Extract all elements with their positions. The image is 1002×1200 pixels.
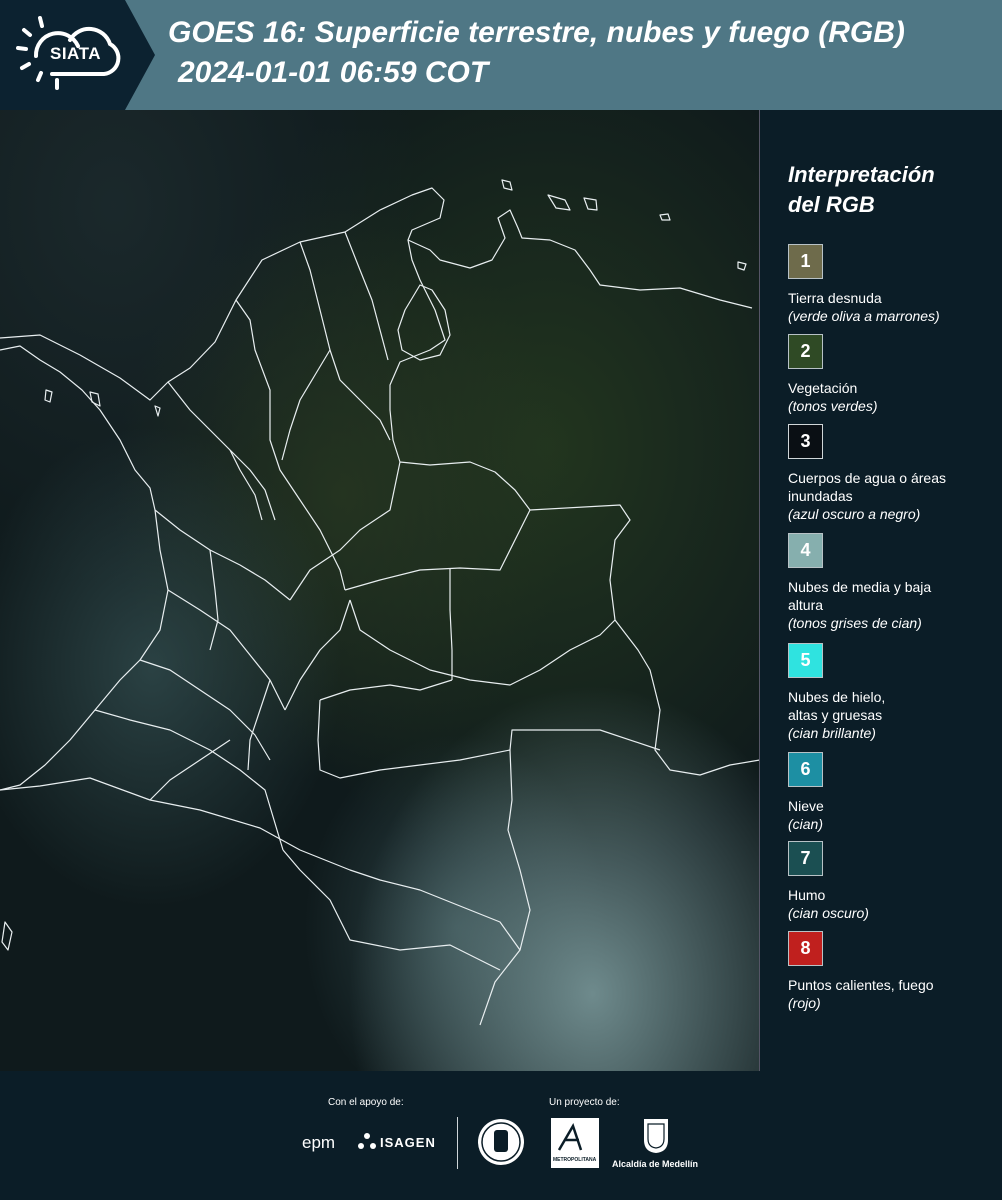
legend-label: Nubes de media y baja altura (788, 579, 932, 613)
legend-note: (cian brillante) (788, 725, 876, 741)
alcaldia-shield-icon (644, 1119, 668, 1153)
seal-logo-icon (478, 1119, 524, 1165)
footer-divider (457, 1117, 458, 1169)
legend-item-vegetation: 2 Vegetación (tonos verdes) (788, 334, 1000, 415)
legend-note: (tonos grises de cian) (788, 615, 922, 631)
legend-label: Vegetación (788, 380, 858, 396)
legend-label: Nieve (788, 798, 824, 814)
legend-note: (azul oscuro a negro) (788, 506, 921, 522)
header: SIATA GOES 16: Superficie terrestre, nub… (0, 0, 1002, 110)
legend-item-mid-low-clouds: 4 Nubes de media y baja altura (tonos gr… (788, 533, 1000, 632)
legend-swatch: 8 (788, 931, 823, 966)
isagen-logo-text: ISAGEN (380, 1135, 436, 1150)
siata-logo-text: SIATA (50, 44, 101, 63)
legend-item-snow: 6 Nieve (cian) (788, 752, 1000, 833)
project-label: Un proyecto de: (549, 1097, 620, 1108)
legend-title-line2: del RGB (788, 192, 875, 217)
legend-swatch: 2 (788, 334, 823, 369)
legend-note: (cian oscuro) (788, 905, 869, 921)
legend-swatch: 7 (788, 841, 823, 876)
legend-label: Humo (788, 887, 826, 903)
legend-swatch: 4 (788, 533, 823, 568)
legend-title-line1: Interpretación (788, 162, 935, 187)
legend-swatch: 3 (788, 424, 823, 459)
legend-swatch: 5 (788, 643, 823, 678)
legend-item-water: 3 Cuerpos de agua o áreas inundadas (azu… (788, 424, 1000, 523)
satellite-map (0, 110, 760, 1071)
page-title: GOES 16: Superficie terrestre, nubes y f… (168, 16, 905, 49)
epm-logo-text: epm (302, 1133, 336, 1152)
alcaldia-text: Alcaldía de Medellín (612, 1159, 699, 1169)
support-label: Con el apoyo de: (328, 1097, 404, 1108)
area-metropolitana-text: METROPOLITANA (553, 1157, 597, 1163)
rgb-legend: Interpretación del RGB 1 Tierra desnuda … (760, 110, 1002, 1071)
isagen-logo-icon (358, 1133, 376, 1149)
legend-note: (verde oliva a marrones) (788, 308, 940, 324)
legend-item-bare-soil: 1 Tierra desnuda (verde oliva a marrones… (788, 244, 1000, 325)
legend-note: (cian) (788, 816, 824, 832)
legend-swatch: 6 (788, 752, 823, 787)
page-datetime: 2024-01-01 06:59 COT (178, 56, 489, 89)
legend-title: Interpretación del RGB (788, 160, 998, 220)
legend-item-fire: 8 Puntos calientes, fuego (rojo) (788, 931, 1000, 1012)
legend-item-smoke: 7 Humo (cian oscuro) (788, 841, 1000, 922)
legend-label: Cuerpos de agua o áreas inundadas (788, 470, 946, 504)
legend-label: Puntos calientes, fuego (788, 977, 934, 993)
legend-swatch: 1 (788, 244, 823, 279)
legend-label: Tierra desnuda (788, 290, 882, 306)
legend-note: (rojo) (788, 995, 821, 1011)
legend-item-ice-clouds: 5 Nubes de hielo, altas y gruesas (cian … (788, 643, 1000, 742)
satellite-image (0, 110, 759, 1071)
legend-note: (tonos verdes) (788, 398, 878, 414)
footer: Con el apoyo de: Un proyecto de: epm ISA… (0, 1071, 1002, 1200)
legend-label: Nubes de hielo, altas y gruesas (788, 689, 886, 723)
